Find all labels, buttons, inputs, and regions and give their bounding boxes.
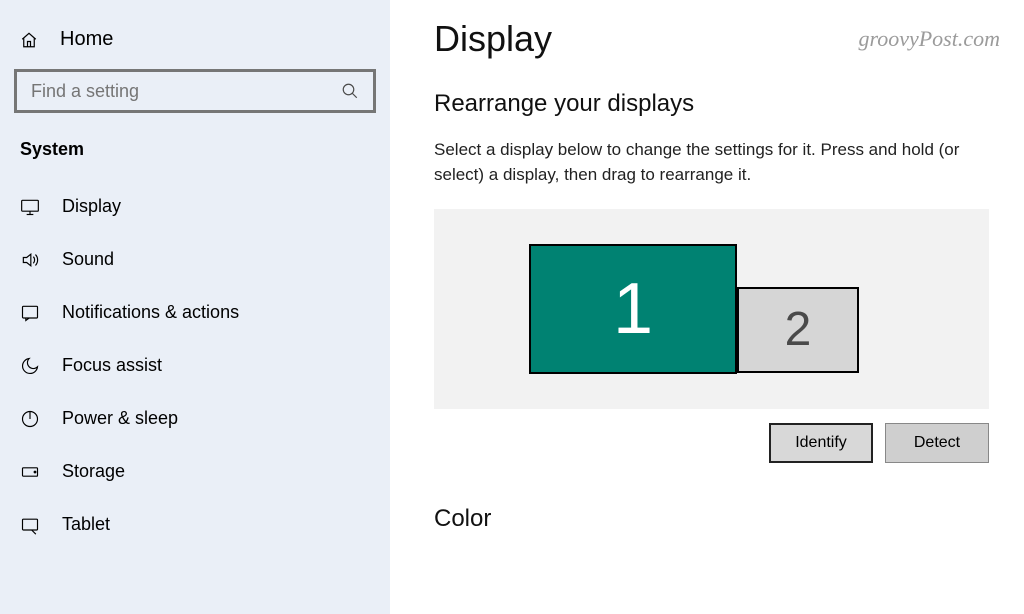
display-number: 2 [785, 306, 812, 354]
notifications-icon [20, 303, 40, 323]
rearrange-description: Select a display below to change the set… [434, 138, 990, 187]
nav-label: Storage [62, 461, 125, 482]
focus-assist-icon [20, 356, 40, 376]
home-label: Home [60, 28, 113, 51]
nav-item-power-sleep[interactable]: Power & sleep [0, 392, 390, 445]
nav-label: Focus assist [62, 355, 162, 376]
nav-list: Display Sound Notifications & actions [0, 180, 390, 551]
detect-button[interactable]: Detect [885, 423, 989, 463]
power-icon [20, 409, 40, 429]
nav-label: Notifications & actions [62, 302, 239, 323]
display-number: 1 [613, 273, 653, 345]
nav-label: Power & sleep [62, 408, 178, 429]
identify-button[interactable]: Identify [769, 423, 873, 463]
display-tile-2[interactable]: 2 [737, 287, 859, 373]
watermark: groovyPost.com [858, 26, 1000, 52]
nav-item-focus-assist[interactable]: Focus assist [0, 339, 390, 392]
display-icon [20, 197, 40, 217]
nav-item-storage[interactable]: Storage [0, 445, 390, 498]
tablet-icon [20, 515, 40, 535]
sound-icon [20, 250, 40, 270]
display-tile-1[interactable]: 1 [529, 244, 737, 374]
color-heading: Color [434, 505, 990, 533]
nav-item-tablet[interactable]: Tablet [0, 498, 390, 551]
storage-icon [20, 462, 40, 482]
nav-label: Tablet [62, 514, 110, 535]
search-icon [341, 82, 359, 100]
settings-search[interactable] [14, 69, 376, 113]
display-buttons: Identify Detect [434, 423, 989, 463]
nav-label: Display [62, 196, 121, 217]
display-arrange-area[interactable]: 1 2 [434, 209, 989, 409]
nav-item-sound[interactable]: Sound [0, 233, 390, 286]
nav-item-notifications[interactable]: Notifications & actions [0, 286, 390, 339]
search-input[interactable] [31, 81, 341, 102]
home-button[interactable]: Home [0, 24, 390, 69]
nav-label: Sound [62, 249, 114, 270]
nav-item-display[interactable]: Display [0, 180, 390, 233]
sidebar: Home System Display [0, 0, 390, 614]
section-title: System [0, 139, 390, 180]
main-content: groovyPost.com Display Rearrange your di… [390, 0, 1024, 614]
settings-window: Home System Display [0, 0, 1024, 614]
rearrange-heading: Rearrange your displays [434, 90, 990, 118]
home-icon [20, 31, 38, 49]
